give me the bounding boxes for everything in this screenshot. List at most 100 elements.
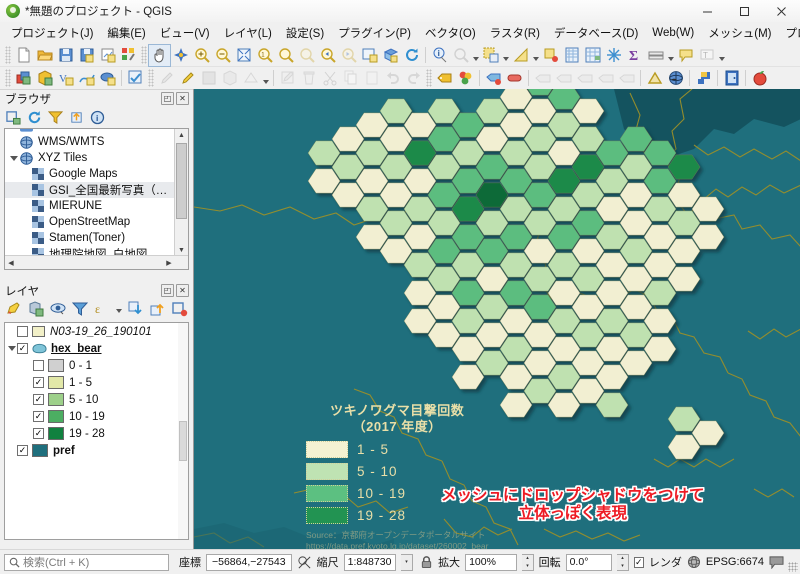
zoom-in-icon[interactable]	[191, 45, 212, 66]
zoom-full-icon[interactable]	[233, 45, 254, 66]
new-print-layout-icon[interactable]	[97, 45, 118, 66]
layers-tree[interactable]: N03-19_26_190101 ✓ hex_bear 0 - 1 ✓ 1 - …	[4, 322, 189, 540]
add-feature-icon[interactable]	[219, 68, 240, 89]
modify-attributes-icon[interactable]	[277, 68, 298, 89]
select-features-icon[interactable]	[450, 45, 471, 66]
sum-icon[interactable]: Σ	[624, 45, 645, 66]
vertex-tool-icon[interactable]	[240, 68, 261, 89]
toolbar-grip[interactable]	[5, 69, 11, 87]
select-by-expression-icon[interactable]	[510, 45, 531, 66]
identify-features-icon[interactable]: i	[429, 45, 450, 66]
expander-expanded-icon[interactable]	[6, 341, 17, 357]
collapse-all-icon[interactable]	[67, 108, 86, 126]
browser-item-mierune[interactable]: MIERUNE	[5, 198, 175, 214]
add-layer-icon[interactable]	[4, 108, 23, 126]
crs-label[interactable]: EPSG:6674	[706, 556, 764, 568]
menu-plugins[interactable]: プラグイン(P)	[331, 22, 418, 44]
svg-annotation-icon[interactable]	[553, 68, 574, 89]
map-tips-icon[interactable]	[675, 45, 696, 66]
manage-layer-visibility-icon[interactable]	[48, 300, 67, 318]
scroll-right-arrow[interactable]: ▶	[163, 259, 175, 267]
float-panel-icon[interactable]: ◰	[161, 92, 174, 105]
open-project-icon[interactable]	[34, 45, 55, 66]
menu-view[interactable]: ビュー(V)	[153, 22, 217, 44]
pan-to-selection-icon[interactable]	[170, 45, 191, 66]
measure-area-icon[interactable]	[644, 68, 665, 89]
copy-features-icon[interactable]	[340, 68, 361, 89]
zoom-last-icon[interactable]	[317, 45, 338, 66]
map-globe-icon[interactable]	[665, 68, 686, 89]
save-project-as-icon[interactable]	[76, 45, 97, 66]
collapse-all-icon[interactable]	[148, 300, 167, 318]
cut-features-icon[interactable]	[319, 68, 340, 89]
class-visibility-checkbox[interactable]	[33, 360, 44, 371]
expression-dropdown-caret[interactable]	[531, 45, 540, 66]
new-annotation-icon[interactable]	[483, 68, 504, 89]
close-panel-icon[interactable]: ✕	[176, 92, 189, 105]
menu-processing[interactable]: プロセシング(C)	[779, 22, 800, 44]
save-project-icon[interactable]	[55, 45, 76, 66]
scale-value[interactable]: 1:848730	[343, 553, 396, 571]
menu-settings[interactable]: 設定(S)	[279, 22, 331, 44]
annotation-dropdown-caret[interactable]	[717, 45, 726, 66]
browser-item-google-maps[interactable]: Google Maps	[5, 166, 175, 182]
select-dropdown-caret[interactable]	[471, 45, 480, 66]
zoom-out-icon[interactable]	[212, 45, 233, 66]
text-annotation-icon[interactable]	[504, 68, 525, 89]
add-group-icon[interactable]	[26, 300, 45, 318]
open-attribute-table-icon[interactable]	[540, 45, 561, 66]
python-console-icon[interactable]	[693, 68, 714, 89]
menu-edit[interactable]: 編集(E)	[100, 22, 152, 44]
menu-database[interactable]: データベース(D)	[547, 22, 645, 44]
rotation-spinner[interactable]: ▴ ▾	[617, 553, 629, 571]
layer-row-n03[interactable]: N03-19_26_190101	[5, 323, 178, 340]
browser-item-xyz-tiles[interactable]: XYZ Tiles	[5, 150, 175, 166]
deselect-dropdown-caret[interactable]	[501, 45, 510, 66]
browser-item-wms[interactable]: WMS/WMTS	[5, 134, 175, 150]
toolbar-grip[interactable]	[141, 46, 147, 64]
coordinate-value[interactable]: −56864,−27543	[205, 553, 292, 571]
statistical-summary-icon[interactable]	[582, 45, 603, 66]
render-checkbox[interactable]: ✓	[633, 556, 644, 568]
map-canvas[interactable]: ツキノワグマ目撃回数 （2017 年度） 1 - 5 5 - 10 10 - 1…	[193, 89, 800, 549]
float-panel-icon[interactable]: ◰	[161, 284, 174, 297]
toolbar-grip[interactable]	[5, 46, 11, 64]
new-map-view-icon[interactable]	[359, 45, 380, 66]
toolbar-grip[interactable]	[426, 69, 432, 87]
scroll-up-arrow[interactable]: ▲	[175, 129, 188, 141]
deselect-features-icon[interactable]	[480, 45, 501, 66]
refresh-icon[interactable]	[25, 108, 44, 126]
class-row-1-5[interactable]: ✓ 1 - 5	[5, 374, 178, 391]
search-input[interactable]: 検索(Ctrl + K)	[4, 553, 169, 571]
messages-icon[interactable]	[769, 555, 784, 569]
delete-selected-icon[interactable]	[298, 68, 319, 89]
zoom-native-icon[interactable]: 1	[254, 45, 275, 66]
add-mesh-layer-icon[interactable]	[76, 68, 97, 89]
resize-grip[interactable]	[788, 562, 798, 572]
class-row-0-1[interactable]: 0 - 1	[5, 357, 178, 374]
expander-expanded-icon[interactable]	[8, 150, 19, 166]
class-row-10-19[interactable]: ✓ 10 - 19	[5, 408, 178, 425]
class-visibility-checkbox[interactable]: ✓	[33, 428, 44, 439]
open-layer-styling-panel-icon[interactable]	[4, 300, 23, 318]
remove-layer-icon[interactable]	[170, 300, 189, 318]
close-panel-icon[interactable]: ✕	[176, 284, 189, 297]
browser-tree[interactable]: DB2 DB2 WMS/WMTS XYZ Tiles	[4, 128, 189, 270]
current-edits-icon[interactable]	[125, 68, 146, 89]
browser-item-gsi-photo[interactable]: GSI_全国最新写真（シームレス）	[5, 182, 175, 198]
add-vector-layer-icon[interactable]	[34, 68, 55, 89]
lock-icon[interactable]	[420, 555, 433, 569]
menu-layer[interactable]: レイヤ(L)	[217, 22, 279, 44]
layers-vertical-scrollbar[interactable]	[178, 323, 188, 539]
class-row-19-28[interactable]: ✓ 19 - 28	[5, 425, 178, 442]
pan-map-icon[interactable]	[148, 43, 171, 67]
edit-annotation-icon[interactable]	[616, 68, 637, 89]
data-source-manager-icon[interactable]	[13, 68, 34, 89]
style-manager-icon[interactable]	[118, 45, 139, 66]
add-delimited-text-icon[interactable]	[97, 68, 118, 89]
layer-visibility-checkbox[interactable]: ✓	[17, 343, 28, 354]
class-visibility-checkbox[interactable]: ✓	[33, 377, 44, 388]
toggle-coordinate-extent-icon[interactable]	[297, 555, 312, 570]
expression-filter-caret[interactable]	[114, 300, 123, 318]
layer-row-pref[interactable]: ✓ pref	[5, 442, 178, 459]
